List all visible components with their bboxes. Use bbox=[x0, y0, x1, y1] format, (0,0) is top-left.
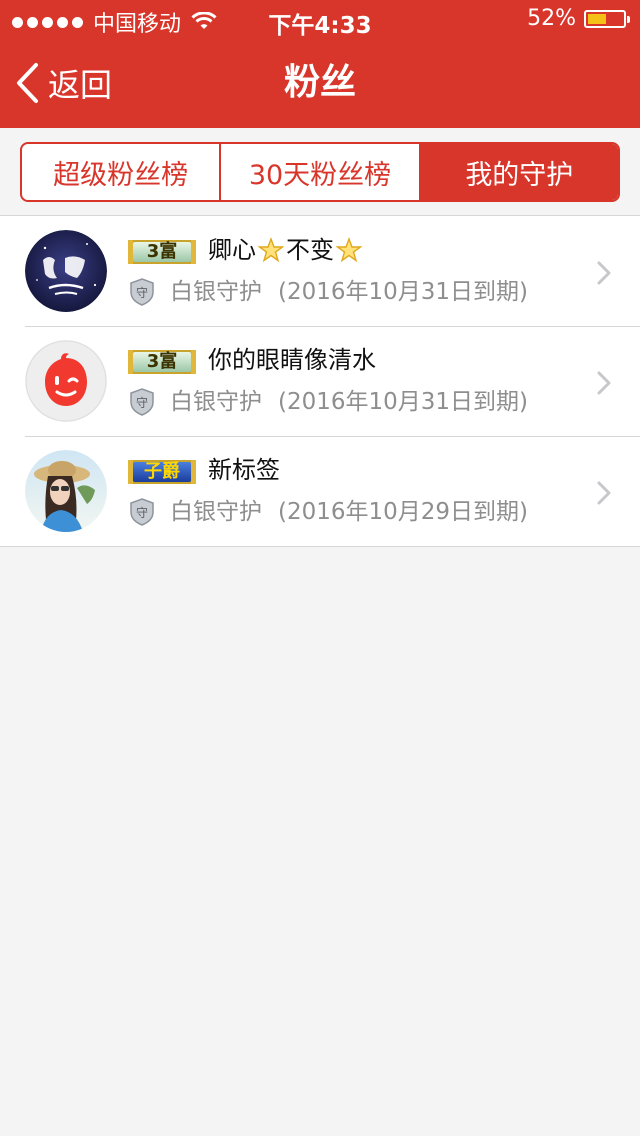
battery-fill bbox=[588, 13, 606, 24]
fan-name: 新标签 bbox=[208, 454, 280, 486]
guard-line: 守 白银守护 (2016年10月31日到期) bbox=[128, 276, 528, 308]
fan-name-text: 卿心 bbox=[208, 236, 256, 264]
shield-icon: 守 bbox=[128, 387, 156, 417]
shield-icon: 守 bbox=[128, 277, 156, 307]
tab-30-day-fans[interactable]: 30天粉丝榜 bbox=[221, 144, 421, 200]
battery-percent: 52% bbox=[527, 6, 576, 31]
tab-my-guardians[interactable]: 我的守护 bbox=[420, 144, 618, 200]
battery-icon bbox=[584, 9, 630, 28]
svg-text:守: 守 bbox=[136, 506, 148, 520]
guard-expiry: (2016年10月31日到期) bbox=[278, 279, 529, 305]
fan-name-text: 你的眼睛像清水 bbox=[208, 346, 376, 374]
avatar bbox=[25, 230, 107, 312]
avatar bbox=[25, 450, 107, 532]
rank-badge-text: 3富 bbox=[146, 351, 178, 372]
guard-level: 白银守护 bbox=[170, 389, 262, 415]
app-header: 中国移动 下午4:33 52% 返回 粉丝 bbox=[0, 0, 640, 128]
status-right: 52% bbox=[527, 6, 630, 31]
guard-line: 守 白银守护 (2016年10月31日到期) bbox=[128, 386, 528, 418]
shield-icon: 守 bbox=[128, 497, 156, 527]
chevron-right-icon bbox=[596, 370, 612, 396]
guard-level: 白银守护 bbox=[170, 499, 262, 525]
rank-badge: 3富 bbox=[128, 238, 196, 266]
guard-expiry: (2016年10月31日到期) bbox=[278, 389, 529, 415]
tab-super-fans[interactable]: 超级粉丝榜 bbox=[22, 144, 222, 200]
fan-name-text: 新标签 bbox=[208, 456, 280, 484]
fan-row[interactable]: 子爵 新标签 守 白银守护 (2016年10月29日到期) bbox=[0, 436, 640, 546]
rank-badge-text: 子爵 bbox=[144, 461, 180, 482]
fan-list: 3富 卿心 不变 守 白银守护 (2016年10月31日到期) 3富 你的眼睛像… bbox=[0, 215, 640, 547]
page-title: 粉丝 bbox=[283, 62, 356, 103]
fan-name: 卿心 不变 bbox=[208, 234, 362, 266]
fan-row[interactable]: 3富 卿心 不变 守 白银守护 (2016年10月31日到期) bbox=[0, 216, 640, 326]
guard-line: 守 白银守护 (2016年10月29日到期) bbox=[128, 496, 528, 528]
chevron-right-icon bbox=[596, 260, 612, 286]
avatar bbox=[25, 340, 107, 422]
fan-name-suffix: 不变 bbox=[286, 236, 334, 264]
fan-name: 你的眼睛像清水 bbox=[208, 344, 376, 376]
guard-level: 白银守护 bbox=[170, 279, 262, 305]
fan-row[interactable]: 3富 你的眼睛像清水 守 白银守护 (2016年10月31日到期) bbox=[0, 326, 640, 436]
status-bar: 中国移动 下午4:33 52% bbox=[0, 0, 640, 40]
rank-badge-text: 3富 bbox=[146, 241, 178, 262]
rank-badge: 3富 bbox=[128, 348, 196, 376]
chevron-right-icon bbox=[596, 480, 612, 506]
rank-badge: 子爵 bbox=[128, 458, 196, 486]
tab-bar: 超级粉丝榜 30天粉丝榜 我的守护 bbox=[20, 142, 620, 202]
guard-expiry: (2016年10月29日到期) bbox=[278, 499, 529, 525]
svg-text:守: 守 bbox=[136, 286, 148, 300]
star-icon bbox=[336, 237, 362, 263]
svg-text:守: 守 bbox=[136, 396, 148, 410]
star-icon bbox=[258, 237, 284, 263]
